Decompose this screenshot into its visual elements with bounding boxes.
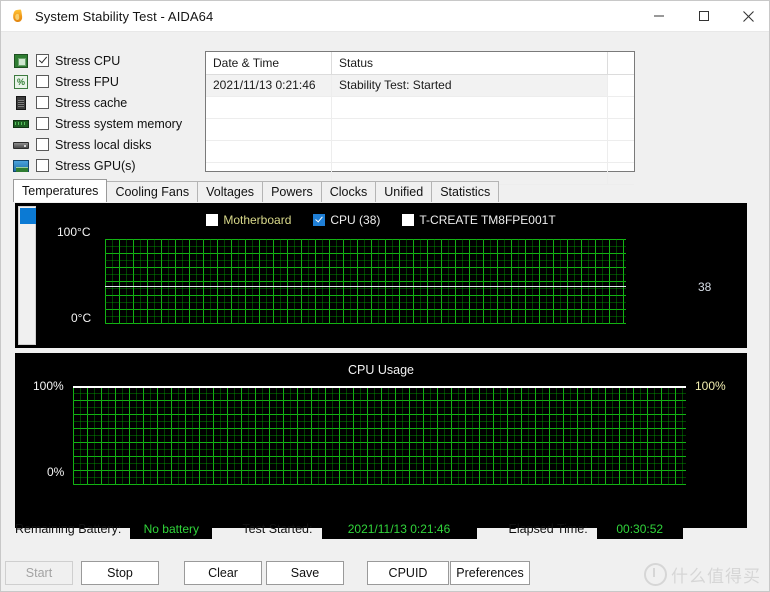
maximize-icon[interactable] <box>681 1 726 31</box>
flame-icon <box>10 8 26 24</box>
minimize-icon[interactable] <box>636 1 681 31</box>
memory-icon <box>13 116 29 132</box>
fpu-icon: % <box>13 74 29 90</box>
event-log-table[interactable]: Date & Time Status 2021/11/13 0:21:46 St… <box>205 51 635 185</box>
cpu-usage-line <box>73 386 686 388</box>
save-button[interactable]: Save <box>266 561 344 585</box>
stress-option-gpu[interactable]: Stress GPU(s) <box>13 155 199 176</box>
battery-value: No battery <box>130 519 213 539</box>
table-row-empty <box>206 97 634 119</box>
legend-item-tcreate[interactable]: T-CREATE TM8FPE001T <box>402 213 556 227</box>
gpu-icon <box>13 158 29 174</box>
cell-empty <box>332 97 608 118</box>
stress-fpu-label: Stress FPU <box>55 74 119 89</box>
battery-label: Remaining Battery: <box>15 522 122 536</box>
cell-spacer <box>608 75 634 96</box>
stress-cache-label: Stress cache <box>55 95 128 110</box>
table-header-row: Date & Time Status <box>206 52 634 75</box>
title-bar: System Stability Test - AIDA64 <box>1 1 769 32</box>
column-header-spacer <box>608 52 634 74</box>
cell-empty <box>608 119 634 140</box>
stress-option-cpu[interactable]: Stress CPU <box>13 50 199 71</box>
tab-unified[interactable]: Unified <box>375 181 433 202</box>
temperature-y-top-label: 100°C <box>57 225 91 239</box>
cpu-usage-current-value: 100% <box>695 379 726 393</box>
stress-option-disks[interactable]: Stress local disks <box>13 134 199 155</box>
cell-datetime: 2021/11/13 0:21:46 <box>206 75 332 96</box>
column-header-datetime[interactable]: Date & Time <box>206 52 332 74</box>
cpu-usage-y-bottom-label: 0% <box>47 465 65 479</box>
tab-voltages[interactable]: Voltages <box>197 181 264 202</box>
legend-checkbox-tcreate[interactable] <box>402 214 415 226</box>
tab-cooling-fans[interactable]: Cooling Fans <box>106 181 199 202</box>
stress-cache-checkbox[interactable] <box>36 96 49 109</box>
cpu-icon <box>13 53 29 69</box>
tab-temperatures[interactable]: Temperatures <box>13 179 108 202</box>
stress-disks-label: Stress local disks <box>55 137 152 152</box>
cpu-temperature-line <box>105 286 626 287</box>
preferences-button[interactable]: Preferences <box>450 561 530 585</box>
test-started-label: Test Started: <box>242 522 313 536</box>
tab-powers[interactable]: Powers <box>262 181 322 202</box>
legend-item-cpu[interactable]: CPU (38) <box>313 213 380 227</box>
cell-empty <box>332 119 608 140</box>
cell-empty <box>206 97 332 118</box>
stress-memory-label: Stress system memory <box>55 116 183 131</box>
legend-label-tcreate: T-CREATE TM8FPE001T <box>419 213 556 227</box>
stress-disks-checkbox[interactable] <box>36 138 49 151</box>
stress-options-list: Stress CPU % Stress FPU Stress cache Str… <box>13 50 199 176</box>
legend-item-motherboard[interactable]: Motherboard <box>206 213 291 227</box>
stress-gpu-checkbox[interactable] <box>36 159 49 172</box>
stress-gpu-label: Stress GPU(s) <box>55 158 136 173</box>
cell-empty <box>206 119 332 140</box>
window-title: System Stability Test - AIDA64 <box>35 8 214 24</box>
temperature-plot-area <box>105 239 626 324</box>
aida64-stability-window: System Stability Test - AIDA64 Stress CP… <box>0 0 770 592</box>
cache-icon <box>13 95 29 111</box>
stress-option-fpu[interactable]: % Stress FPU <box>13 71 199 92</box>
temperature-legend: Motherboard CPU (38) T-CREATE TM8FPE001T <box>15 213 747 227</box>
tab-clocks[interactable]: Clocks <box>320 181 377 202</box>
close-icon[interactable] <box>726 1 769 31</box>
action-buttons: Start Stop Clear Save CPUID Preferences <box>1 557 769 591</box>
legend-label-motherboard: Motherboard <box>223 213 292 227</box>
table-row[interactable]: 2021/11/13 0:21:46 Stability Test: Start… <box>206 75 634 97</box>
legend-label-cpu: CPU (38) <box>330 213 381 227</box>
stress-cpu-label: Stress CPU <box>55 53 121 68</box>
stress-option-memory[interactable]: Stress system memory <box>13 113 199 134</box>
cpu-usage-plot-area <box>73 387 686 485</box>
column-header-status[interactable]: Status <box>332 52 608 74</box>
disk-icon <box>13 137 29 153</box>
stress-option-cache[interactable]: Stress cache <box>13 92 199 113</box>
table-row-empty <box>206 141 634 163</box>
cell-empty <box>608 141 634 162</box>
status-bar: Remaining Battery: No battery Test Start… <box>15 516 757 542</box>
window-controls <box>636 1 769 31</box>
stress-fpu-checkbox[interactable] <box>36 75 49 88</box>
cell-status: Stability Test: Started <box>332 75 608 96</box>
stop-button[interactable]: Stop <box>81 561 159 585</box>
elapsed-time-label: Elapsed Time: <box>508 522 588 536</box>
cpuid-button[interactable]: CPUID <box>367 561 449 585</box>
cell-empty <box>608 97 634 118</box>
elapsed-time-value: 00:30:52 <box>596 519 683 539</box>
cell-empty <box>332 141 608 162</box>
cpu-usage-title: CPU Usage <box>348 363 414 377</box>
stress-memory-checkbox[interactable] <box>36 117 49 130</box>
tab-statistics[interactable]: Statistics <box>431 181 500 202</box>
cell-empty <box>206 141 332 162</box>
sensor-tabs: Temperatures Cooling Fans Voltages Power… <box>13 179 759 202</box>
table-row-empty <box>206 119 634 141</box>
cpu-temperature-value: 38 <box>698 280 712 294</box>
stress-cpu-checkbox[interactable] <box>36 54 49 67</box>
temperature-y-bottom-label: 0°C <box>71 311 92 325</box>
legend-checkbox-motherboard[interactable] <box>206 214 219 226</box>
legend-checkbox-cpu[interactable] <box>313 214 326 226</box>
start-button[interactable]: Start <box>5 561 73 585</box>
cpu-usage-y-top-label: 100% <box>33 379 64 393</box>
test-started-value: 2021/11/13 0:21:46 <box>321 519 477 539</box>
clear-button[interactable]: Clear <box>184 561 262 585</box>
